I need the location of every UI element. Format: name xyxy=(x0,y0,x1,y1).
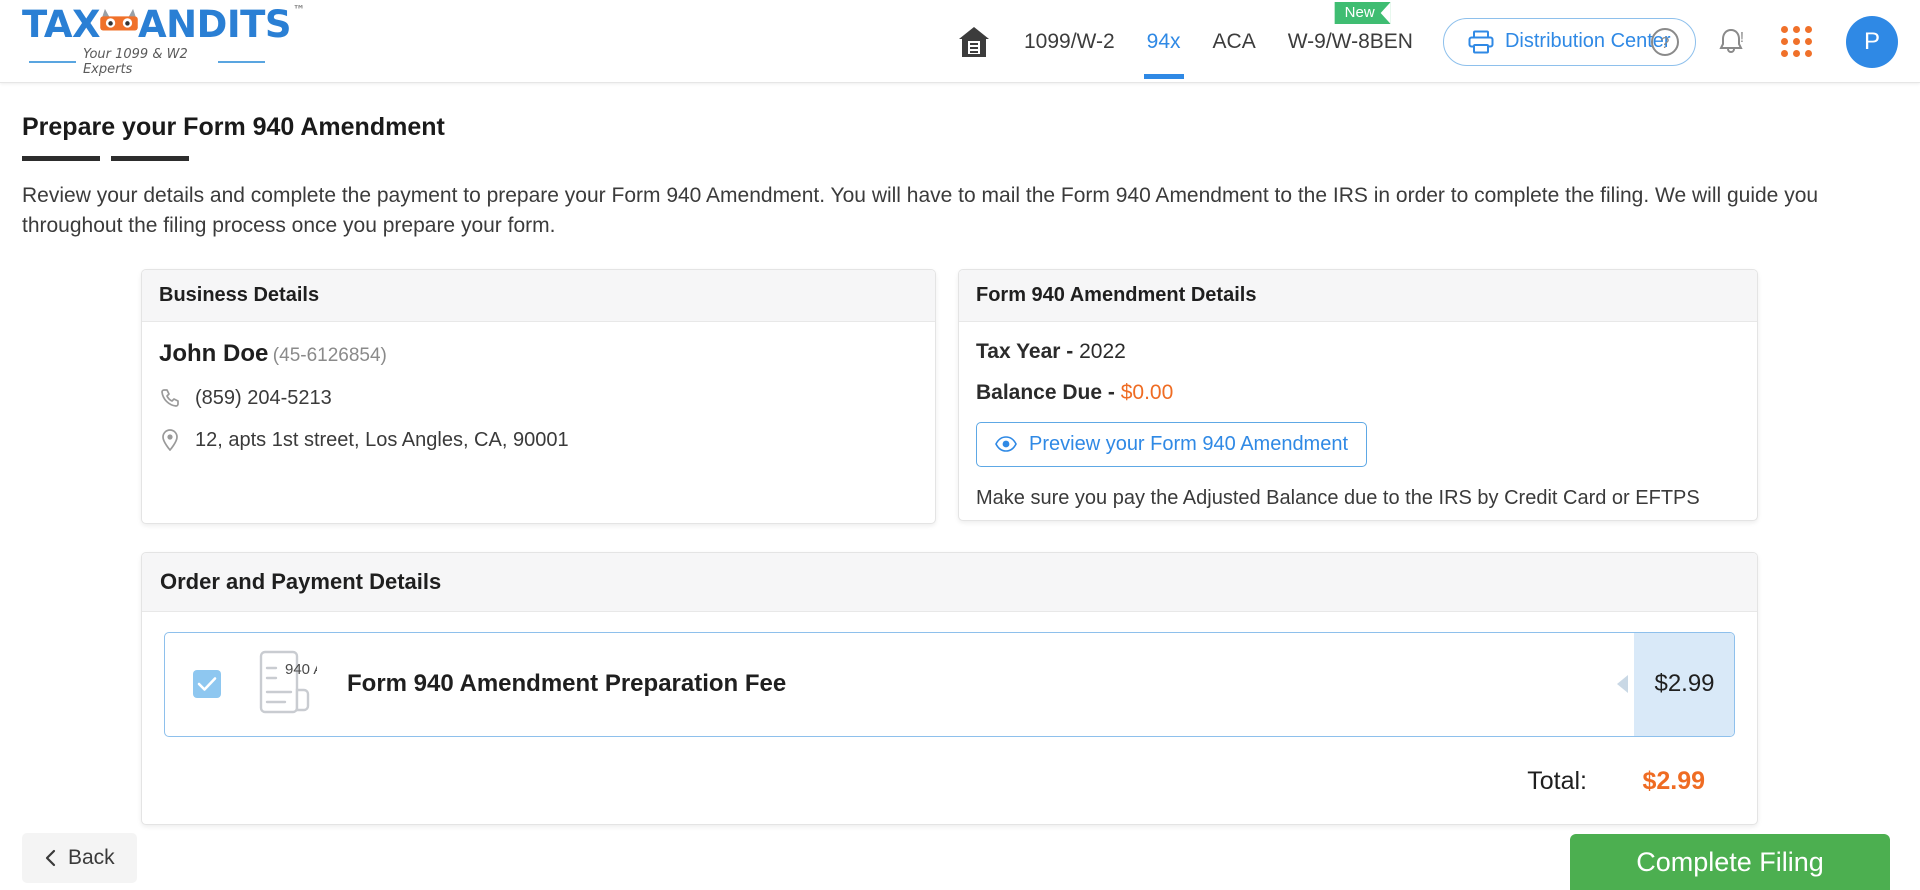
bandit-mask-icon xyxy=(98,6,140,36)
svg-text:?: ? xyxy=(1661,35,1670,52)
nav-item-1099-w2[interactable]: 1099/W-2 xyxy=(1008,0,1131,83)
back-button-label: Back xyxy=(68,846,115,869)
tax-year-row: Tax Year - 2022 xyxy=(976,340,1740,364)
balance-due-row: Balance Due - $0.00 xyxy=(976,381,1740,405)
nav-label: W-9/W-8BEN xyxy=(1287,29,1413,53)
grid-dot xyxy=(1781,50,1788,57)
trademark-symbol: ™ xyxy=(293,2,305,17)
avatar[interactable]: P xyxy=(1846,15,1898,68)
brand-tagline: Your 1099 & W2 Experts xyxy=(22,47,272,77)
page-title: Prepare your Form 940 Amendment xyxy=(22,113,445,141)
order-payment-heading: Order and Payment Details xyxy=(142,552,1757,612)
new-badge: New xyxy=(1334,2,1391,24)
brand-name-part1: TAX xyxy=(22,2,101,46)
nav-right-actions: ? ! P xyxy=(1649,0,1898,83)
doc-icon-label: 940 A xyxy=(285,661,317,678)
page-content: Prepare your Form 940 Amendment Review y… xyxy=(0,113,1920,825)
eye-icon xyxy=(995,436,1017,452)
nav-item-w9-w8ben[interactable]: New W-9/W-8BEN xyxy=(1272,0,1429,83)
nav-home-button[interactable] xyxy=(940,0,1008,83)
notifications-button[interactable]: ! xyxy=(1715,26,1747,58)
tagline-rule-left xyxy=(29,60,76,63)
grid-dot xyxy=(1793,38,1800,45)
brand-name-part2: ANDITS xyxy=(138,2,291,46)
apps-grid-button[interactable] xyxy=(1781,26,1812,57)
business-phone-row: (859) 204-5213 xyxy=(159,387,918,410)
amendment-details-body: Tax Year - 2022 Balance Due - $0.00 Prev… xyxy=(959,322,1757,520)
tax-year-value: 2022 xyxy=(1079,339,1126,363)
footer-bar: Back Complete Filing xyxy=(0,828,1920,890)
top-navigation-bar: TAX ANDITS ™ Your 1099 & W2 Experts 1099… xyxy=(0,0,1920,83)
brand-logo[interactable]: TAX ANDITS ™ Your 1099 & W2 Experts xyxy=(22,4,305,77)
order-line-item[interactable]: 940 A Form 940 Amendment Preparation Fee… xyxy=(164,631,1735,737)
business-name: John Doe xyxy=(159,339,269,367)
order-total-label: Total: xyxy=(1527,766,1587,795)
brand-tagline-text: Your 1099 & W2 Experts xyxy=(82,46,188,77)
business-address: 12, apts 1st street, Los Angles, CA, 900… xyxy=(195,428,569,451)
phone-icon xyxy=(159,388,181,408)
business-phone: (859) 204-5213 xyxy=(195,386,332,409)
price-pointer-icon xyxy=(1617,675,1628,694)
amendment-details-card: Form 940 Amendment Details Tax Year - 20… xyxy=(958,268,1758,521)
order-payment-card: Order and Payment Details 940 Form 940 A… xyxy=(141,551,1758,825)
back-button[interactable]: Back xyxy=(22,833,137,883)
grid-dot xyxy=(1805,38,1812,45)
amendment-note: Make sure you pay the Adjusted Balance d… xyxy=(976,486,1700,509)
tagline-rule-right xyxy=(218,60,265,63)
order-item-price: $2.99 xyxy=(1634,632,1734,736)
order-item-label: Form 940 Amendment Preparation Fee xyxy=(347,670,787,698)
tax-year-label: Tax Year - xyxy=(976,339,1080,363)
order-total-value: $2.99 xyxy=(1642,766,1705,795)
grid-dot xyxy=(1793,50,1800,57)
preview-form-button[interactable]: Preview your Form 940 Amendment xyxy=(976,421,1368,467)
business-details-body: John Doe (45-6126854) (859) 204-5213 12,… xyxy=(142,322,935,470)
distribution-center-label: Distribution Center xyxy=(1504,30,1671,52)
printer-icon xyxy=(1468,30,1494,53)
business-details-card: Business Details John Doe (45-6126854) (… xyxy=(141,268,936,524)
nav-label: ACA xyxy=(1212,29,1256,53)
map-pin-icon xyxy=(159,429,181,452)
title-underline-segment-2 xyxy=(111,156,189,161)
title-underline xyxy=(22,156,1898,161)
grid-dot xyxy=(1805,50,1812,57)
nav-item-94x[interactable]: 94x xyxy=(1131,0,1197,83)
order-item-checkbox[interactable] xyxy=(193,670,221,699)
order-total-row: Total: $2.99 xyxy=(164,737,1735,824)
chevron-left-icon xyxy=(45,849,56,867)
business-address-row: 12, apts 1st street, Los Angles, CA, 900… xyxy=(159,429,918,452)
order-payment-body: 940 A Form 940 Amendment Preparation Fee… xyxy=(142,612,1757,824)
bell-alert-icon: ! xyxy=(1719,28,1744,53)
svg-text:!: ! xyxy=(1740,29,1744,46)
preview-form-label: Preview your Form 940 Amendment xyxy=(1029,432,1349,455)
grid-dot xyxy=(1793,26,1800,33)
home-icon xyxy=(959,26,989,57)
page-description: Review your details and complete the pay… xyxy=(22,184,1819,237)
form-940a-document-icon: 940 A xyxy=(251,646,323,723)
business-ein: (45-6126854) xyxy=(272,344,387,366)
help-circle-icon: ? xyxy=(1651,27,1679,56)
primary-nav: 1099/W-2 94x ACA New W-9/W-8BEN Distribu… xyxy=(940,0,1696,83)
balance-due-label: Balance Due - xyxy=(976,380,1121,404)
title-underline-segment-1 xyxy=(22,156,100,161)
grid-dot xyxy=(1781,26,1788,33)
brand-logo-text: TAX ANDITS ™ xyxy=(22,2,305,46)
business-name-row: John Doe (45-6126854) xyxy=(159,340,918,368)
business-details-heading: Business Details xyxy=(142,269,935,322)
checkmark-icon xyxy=(197,677,217,691)
amendment-details-heading: Form 940 Amendment Details xyxy=(959,269,1757,322)
help-button[interactable]: ? xyxy=(1649,26,1681,58)
balance-due-value: $0.00 xyxy=(1120,380,1174,404)
grid-dot xyxy=(1805,26,1812,33)
complete-filing-button[interactable]: Complete Filing xyxy=(1570,834,1890,890)
nav-label: 94x xyxy=(1146,29,1181,53)
nav-label: 1099/W-2 xyxy=(1024,29,1115,53)
details-cards-row: Business Details John Doe (45-6126854) (… xyxy=(22,268,1898,524)
nav-item-aca[interactable]: ACA xyxy=(1197,0,1272,83)
grid-dot xyxy=(1781,38,1788,45)
